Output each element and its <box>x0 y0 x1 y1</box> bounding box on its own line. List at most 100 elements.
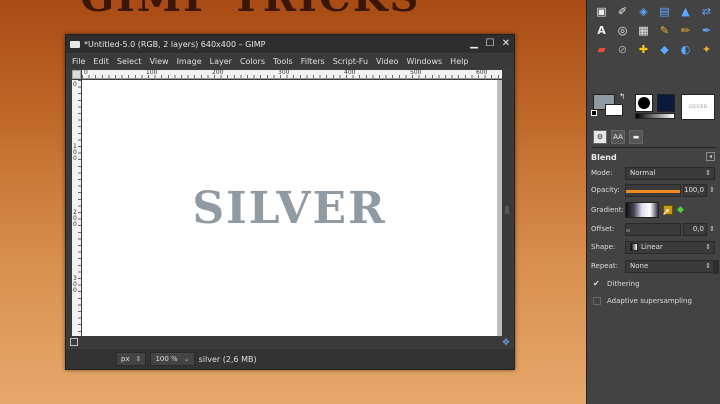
tool-grid: ▣ ✐ ◈ ▤ ▲ ⇄ A ◎ ▦ ✎ ✏ ✒ ▰ ⊘ ✚ ◆ ◐ ✦ <box>591 2 719 59</box>
mode-row: Mode: Normal ⇕ <box>591 166 717 180</box>
opacity-fill <box>626 189 680 193</box>
spin-arrows-icon[interactable]: ⇕ <box>709 225 715 233</box>
spin-arrows-icon[interactable]: ⇕ <box>709 186 715 194</box>
menu-help[interactable]: Help <box>450 57 468 66</box>
pencil-tool-icon[interactable]: ✎ <box>654 21 675 40</box>
image-canvas[interactable]: SILVER <box>82 80 502 336</box>
dodge-icon[interactable]: ◆ <box>654 40 675 59</box>
vertical-ruler[interactable]: 0 100 200 300 <box>72 80 81 336</box>
menu-filters[interactable]: Filters <box>301 57 325 66</box>
shape-select[interactable]: Linear ⇕ <box>625 240 715 254</box>
horizontal-scrollbar[interactable] <box>82 338 502 348</box>
quick-mask-toggle[interactable] <box>70 338 78 346</box>
menu-file[interactable]: File <box>72 57 85 66</box>
heal-icon[interactable]: ⊘ <box>612 40 633 59</box>
repeat-row: Repeat: None ⇕ <box>591 259 717 273</box>
offset-value[interactable]: 0,0 <box>683 222 707 236</box>
background-color-swatch[interactable] <box>605 104 623 116</box>
opacity-label: Opacity: <box>591 186 620 194</box>
vertical-scrollbar[interactable] <box>502 80 512 336</box>
eraser-icon[interactable]: ✏ <box>675 21 696 40</box>
tab-gradients-icon[interactable]: ▬ <box>629 130 643 144</box>
options-scrollbar[interactable] <box>713 260 719 274</box>
smudge-icon[interactable]: ◐ <box>675 40 696 59</box>
dithering-checkbox[interactable]: ✔ <box>593 280 601 288</box>
zoom-value: 100 % <box>155 355 178 363</box>
menu-edit[interactable]: Edit <box>93 57 109 66</box>
brush-preview[interactable] <box>635 94 653 112</box>
menu-layer[interactable]: Layer <box>210 57 232 66</box>
ruler-corner[interactable] <box>72 70 81 79</box>
color-picker-icon[interactable]: ✦ <box>696 40 717 59</box>
repeat-select[interactable]: None ⇕ <box>625 259 715 273</box>
shape-value: Linear <box>641 243 663 251</box>
shape-label: Shape: <box>591 243 616 251</box>
tab-fonts-icon[interactable]: AA <box>611 130 625 144</box>
close-button[interactable]: ✕ <box>498 37 514 51</box>
ruler-label: 300 <box>73 275 77 294</box>
blend-icon[interactable]: ▦ <box>633 21 654 40</box>
spin-arrows-icon: ⇕ <box>705 168 711 177</box>
window-titlebar[interactable]: *Untitled-5.0 (RGB, 2 layers) 640x400 – … <box>66 35 514 53</box>
menu-colors[interactable]: Colors <box>240 57 265 66</box>
gradient-label: Gradient: <box>591 206 624 214</box>
zoom-select[interactable]: 100 % ⌄ <box>150 352 195 366</box>
ruler-label: 300 <box>278 69 290 76</box>
ink-icon[interactable]: ▰ <box>591 40 612 59</box>
layers-stack-icon[interactable]: ▤ <box>654 2 675 21</box>
adaptive-supersampling-option[interactable]: Adaptive supersampling <box>593 297 692 305</box>
tab-tool-options-icon[interactable]: ⚙ <box>593 130 607 144</box>
transform-icon[interactable]: ◈ <box>633 2 654 21</box>
offset-label: Offset: <box>591 225 615 233</box>
repeat-label: Repeat: <box>591 262 618 270</box>
chevron-down-icon: ⌄ <box>183 355 190 363</box>
toolbox-panel: ▣ ✐ ◈ ▤ ▲ ⇄ A ◎ ▦ ✎ ✏ ✒ ▰ ⊘ ✚ ◆ ◐ ✦ ↰ SI… <box>586 0 720 404</box>
menu-view[interactable]: View <box>150 57 169 66</box>
canvas-text: SILVER <box>192 182 387 234</box>
ruler-label: 100 <box>73 143 77 162</box>
ruler-label: 100 <box>146 69 158 76</box>
gradient-preview-mini[interactable] <box>635 113 675 119</box>
maximize-button[interactable]: ☐ <box>482 37 498 51</box>
menu-video[interactable]: Video <box>376 57 398 66</box>
spin-arrows-icon: ⇕ <box>705 261 711 270</box>
text-tool-icon[interactable]: A <box>591 21 612 40</box>
horizontal-ruler[interactable]: 0 100 200 300 400 500 600 <box>82 69 502 79</box>
menu-windows[interactable]: Windows <box>406 57 442 66</box>
default-colors-icon[interactable] <box>591 110 597 116</box>
opacity-value[interactable]: 100,0 <box>683 183 707 197</box>
mode-select[interactable]: Normal ⇕ <box>625 166 715 180</box>
opacity-slider[interactable] <box>625 183 681 197</box>
image-window: *Untitled-5.0 (RGB, 2 layers) 640x400 – … <box>65 34 515 370</box>
rect-select-icon[interactable]: ▣ <box>591 2 612 21</box>
edit-gradient-icon[interactable]: ◆ <box>677 205 684 215</box>
swap-colors-icon[interactable]: ↰ <box>619 92 626 101</box>
adaptive-supersampling-checkbox[interactable] <box>593 297 601 305</box>
gradient-preview[interactable] <box>625 202 659 218</box>
menu-script-fu[interactable]: Script-Fu <box>333 57 368 66</box>
configure-icon[interactable]: ◂ <box>706 152 715 161</box>
pattern-preview[interactable] <box>657 94 675 112</box>
perspective-clone-icon[interactable]: ✚ <box>633 40 654 59</box>
ruler-label: 400 <box>344 69 356 76</box>
offset-row: Offset: 0,0 ⇕ <box>591 222 717 236</box>
mouse-cursor-icon: ➚ <box>662 207 671 218</box>
minimize-button[interactable]: ▁ <box>466 37 482 51</box>
adaptive-supersampling-label: Adaptive supersampling <box>607 297 692 305</box>
dithering-option[interactable]: ✔ Dithering <box>593 280 640 289</box>
clone-icon[interactable]: ◎ <box>612 21 633 40</box>
menu-tools[interactable]: Tools <box>273 57 293 66</box>
unit-select[interactable]: px ⇕ <box>116 352 147 366</box>
layer-info: silver (2,6 MB) <box>198 354 257 364</box>
navigate-icon[interactable]: ✥ <box>500 338 512 348</box>
active-image-thumbnail[interactable]: SILVER <box>681 94 715 120</box>
ruler-label: 500 <box>410 69 422 76</box>
menu-select[interactable]: Select <box>117 57 142 66</box>
menu-image[interactable]: Image <box>177 57 202 66</box>
airbrush-icon[interactable]: ✒ <box>696 21 717 40</box>
unit-value: px <box>121 355 130 363</box>
paintbrush-tool-icon[interactable]: ✐ <box>612 2 633 21</box>
flip-icon[interactable]: ⇄ <box>696 2 717 21</box>
offset-slider[interactable] <box>625 222 681 236</box>
bucket-icon[interactable]: ▲ <box>675 2 696 21</box>
